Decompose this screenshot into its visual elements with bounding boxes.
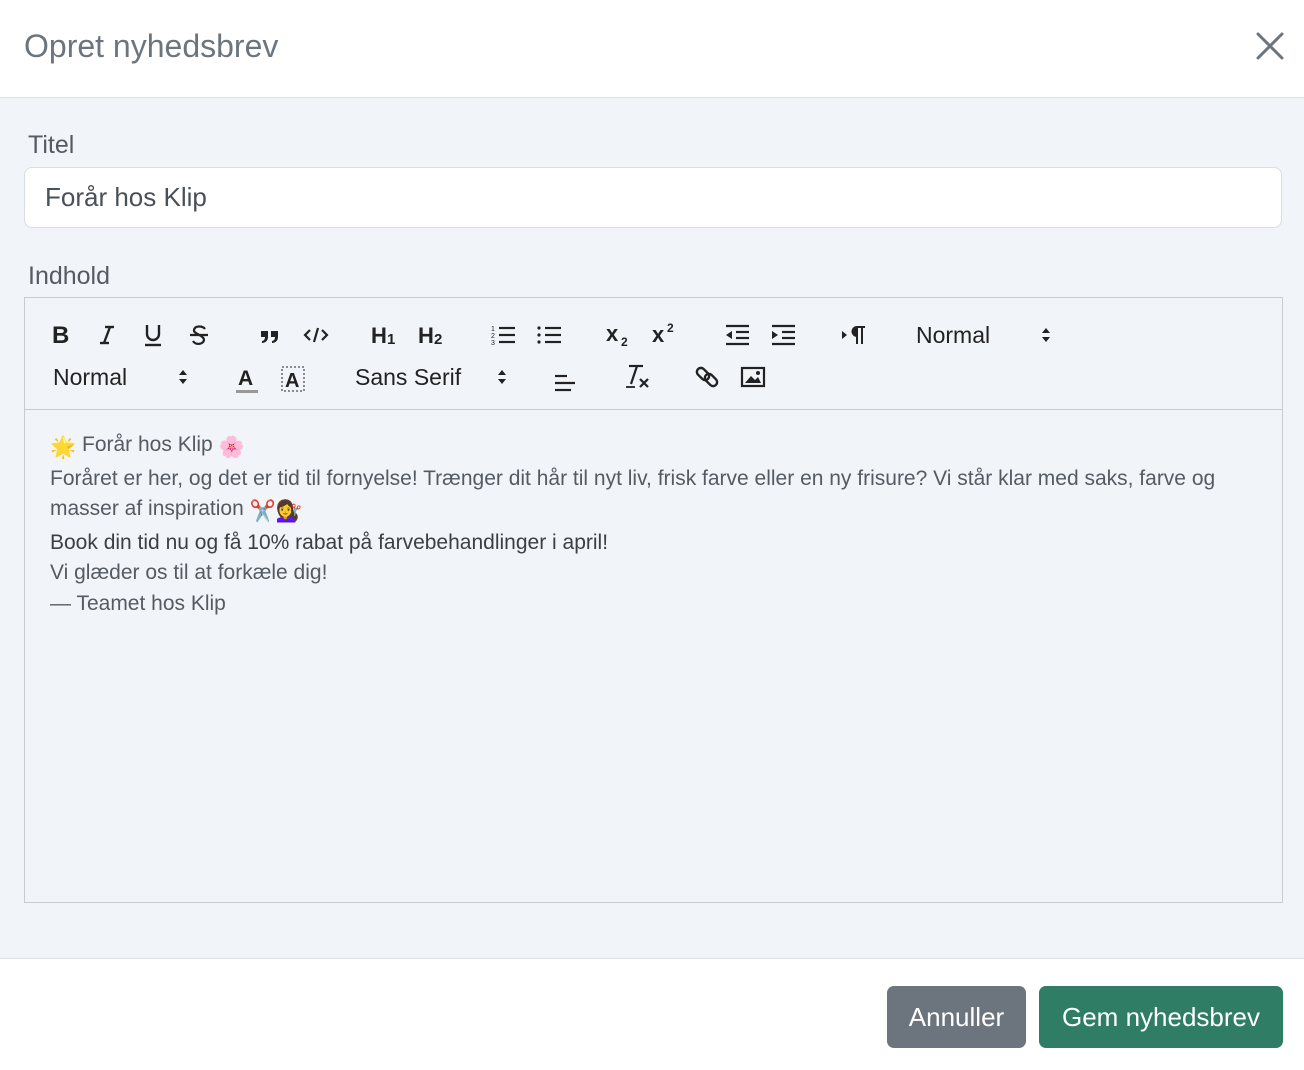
save-newsletter-button[interactable]: Gem nyhedsbrev — [1039, 986, 1283, 1048]
content-line-closing: Vi glæder os til at forkæle dig! — [50, 561, 328, 584]
clean-format-button[interactable] — [622, 362, 652, 392]
code-block-button[interactable] — [303, 320, 329, 350]
font-picker[interactable]: Sans Serif — [355, 362, 515, 392]
underline-button[interactable] — [141, 320, 165, 350]
strike-button[interactable] — [187, 320, 211, 350]
scissors-hairdresser-emoji-icon: ✂️💇‍♀️ — [249, 500, 302, 523]
svg-text:2: 2 — [434, 331, 442, 347]
superscript-icon: x 2 — [652, 322, 674, 347]
content-line-signature: — Teamet hos Klip — [50, 591, 226, 615]
ordered-list-button[interactable]: 1 2 3 — [489, 320, 517, 350]
svg-text:x: x — [606, 322, 619, 346]
italic-icon — [100, 325, 114, 345]
outdent-button[interactable] — [723, 320, 751, 350]
rich-text-editor: B H 1 H 2 1 2 3 x 2 x 2 Normal Normal A … — [24, 297, 1283, 903]
bullet-list-icon — [537, 326, 561, 344]
svg-text:A: A — [285, 370, 299, 392]
superscript-button[interactable]: x 2 — [651, 320, 681, 350]
svg-text:1: 1 — [387, 331, 395, 347]
text-color-icon: A — [236, 367, 258, 393]
blockquote-icon — [261, 331, 278, 343]
link-icon — [695, 366, 719, 388]
font-picker-arrow-icon[interactable] — [495, 366, 509, 388]
bold-button[interactable]: B — [49, 320, 73, 350]
underline-icon — [145, 325, 161, 347]
clean-format-icon — [626, 364, 649, 388]
flower-emoji-icon: 🌸 — [218, 436, 245, 459]
content-line-intro: Foråret er her, og det er tid til fornye… — [50, 466, 1216, 490]
bullet-list-button[interactable] — [535, 320, 563, 350]
header2-icon: H 2 — [418, 323, 442, 347]
content-label: Indhold — [28, 262, 111, 290]
outdent-icon — [726, 324, 749, 346]
indent-button[interactable] — [769, 320, 797, 350]
header1-icon: H 1 — [371, 323, 395, 347]
editor-content[interactable]: 🌟 Forår hos Klip 🌸 Foråret er her, og de… — [25, 410, 1282, 902]
modal-header: Opret nyhedsbrev — [0, 0, 1304, 98]
header2-button[interactable]: H 2 — [416, 320, 448, 350]
link-button[interactable] — [693, 362, 721, 392]
svg-text:3: 3 — [491, 340, 495, 347]
content-line-offer: Book din tid nu og få 10% rabat på farve… — [50, 530, 609, 554]
heading-text: Forår hos Klip — [82, 433, 213, 456]
blockquote-button[interactable] — [257, 320, 283, 350]
svg-text:1: 1 — [491, 326, 495, 333]
size-picker[interactable]: Normal — [53, 362, 193, 392]
modal-title: Opret nyhedsbrev — [24, 28, 279, 64]
svg-text:A: A — [238, 367, 253, 390]
header1-button[interactable]: H 1 — [369, 320, 401, 350]
title-input[interactable] — [24, 167, 1282, 228]
svg-text:2: 2 — [491, 333, 495, 340]
content-line-heading: 🌟 Forår hos Klip 🌸 — [50, 430, 1257, 464]
strike-icon — [190, 325, 208, 345]
svg-text:H: H — [371, 323, 387, 347]
title-label: Titel — [28, 131, 75, 159]
direction-button[interactable] — [839, 320, 867, 350]
content-line-inspiration: masser af inspiration ✂️💇‍♀️ — [50, 494, 1257, 528]
close-icon — [1256, 32, 1284, 60]
svg-text:H: H — [418, 323, 434, 347]
svg-text:2: 2 — [667, 322, 674, 335]
newsletter-modal: Opret nyhedsbrev Titel Indhold B — [0, 0, 1304, 1070]
background-color-button[interactable]: A — [280, 362, 306, 396]
text-color-button[interactable]: A — [234, 362, 260, 396]
indent-icon — [772, 324, 795, 346]
svg-text:2: 2 — [621, 335, 628, 348]
direction-rtl-icon — [842, 326, 865, 344]
modal-footer: Annuller Gem nyhedsbrev — [0, 958, 1304, 1070]
editor-toolbar: B H 1 H 2 1 2 3 x 2 x 2 Normal Normal A … — [25, 298, 1282, 410]
align-icon — [555, 374, 575, 392]
size-picker-arrow-icon[interactable] — [176, 366, 190, 388]
svg-text:B: B — [52, 323, 69, 347]
subscript-button[interactable]: x 2 — [605, 320, 635, 350]
header-picker[interactable]: Normal — [916, 320, 1056, 350]
image-icon — [740, 366, 766, 388]
code-block-icon — [303, 327, 329, 343]
align-button[interactable] — [551, 364, 579, 396]
bold-icon: B — [52, 323, 69, 347]
italic-button[interactable] — [95, 320, 119, 350]
ordered-list-icon: 1 2 3 — [491, 326, 515, 347]
modal-body: Titel Indhold B — [0, 98, 1304, 958]
image-button[interactable] — [739, 362, 767, 392]
subscript-icon: x 2 — [606, 322, 628, 348]
star-emoji-icon: 🌟 — [50, 436, 77, 459]
background-color-icon: A — [281, 366, 305, 392]
header-picker-arrow-icon[interactable] — [1039, 324, 1053, 346]
close-button[interactable] — [1250, 26, 1290, 66]
svg-text:x: x — [652, 322, 665, 347]
cancel-button[interactable]: Annuller — [887, 986, 1026, 1048]
